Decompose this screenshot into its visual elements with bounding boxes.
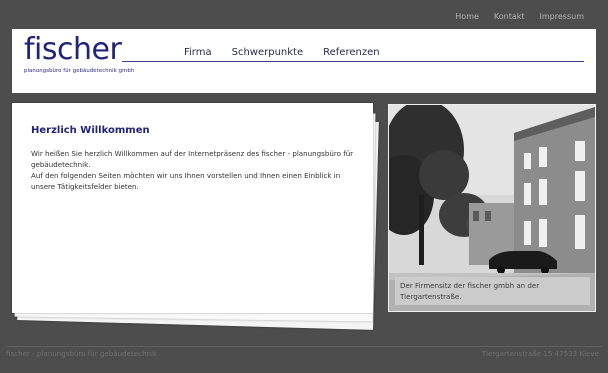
top-nav-kontakt-link[interactable]: Kontakt [494, 12, 525, 21]
logo[interactable]: fischer planungsbüro für gebäudetechnik … [24, 32, 135, 75]
paper-sheet-front: Herzlich Willkommen Wir heißen Sie herzl… [12, 103, 373, 313]
header-bar: fischer planungsbüro für gebäudetechnik … [12, 29, 596, 93]
top-nav-home-link[interactable]: Home [455, 12, 479, 21]
photo-caption: Der Firmensitz der fischer gmbh an der T… [395, 277, 590, 305]
welcome-panel: Herzlich Willkommen Wir heißen Sie herzl… [12, 103, 382, 330]
main-nav-firma[interactable]: Firma [184, 47, 212, 58]
top-nav-impressum-link[interactable]: Impressum [540, 12, 584, 21]
header-divider [122, 61, 584, 62]
welcome-title: Herzlich Willkommen [31, 125, 150, 136]
top-nav: Home Kontakt Impressum [455, 12, 584, 21]
logo-wordmark: fischer [24, 32, 122, 67]
welcome-text: Wir heißen Sie herzlich Willkommen auf d… [31, 148, 366, 192]
main-nav: Firma Schwerpunkte Referenzen [184, 47, 380, 58]
main-nav-schwerpunkte[interactable]: Schwerpunkte [232, 47, 304, 58]
welcome-paragraph-2: Auf den folgenden Seiten möchten wir uns… [31, 171, 341, 191]
main-nav-referenzen[interactable]: Referenzen [323, 47, 379, 58]
footer-company: fischer - planungsbüro für gebäudetechni… [6, 349, 158, 358]
welcome-paragraph-1: Wir heißen Sie herzlich Willkommen auf d… [31, 149, 354, 169]
footer-address: Tiergartenstraße 15 47533 Kleve [481, 349, 599, 358]
footer-divider [6, 346, 602, 347]
logo-tagline: planungsbüro für gebäudetechnik gmbh [24, 68, 135, 74]
building-photo: Der Firmensitz der fischer gmbh an der T… [388, 104, 596, 312]
